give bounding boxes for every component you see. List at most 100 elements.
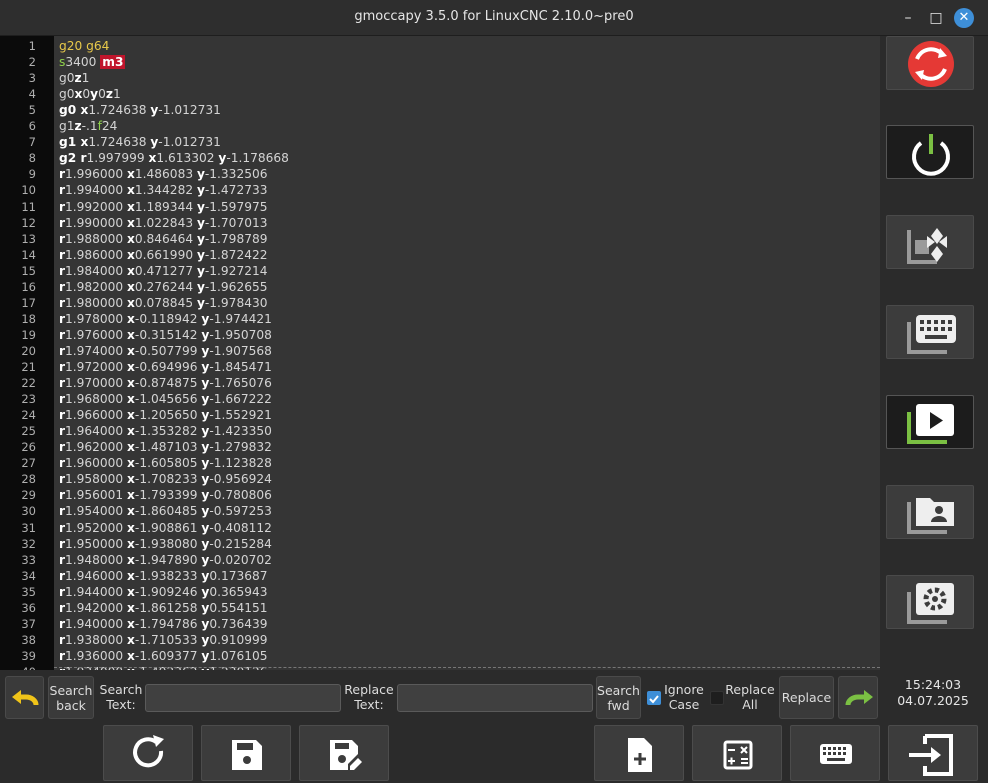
gcode-line[interactable]: 22 r1.970000 x-0.874875 y-1.765076: [0, 375, 880, 391]
gcode-line[interactable]: 17 r1.980000 x0.078845 y-1.978430: [0, 295, 880, 311]
gcode-line[interactable]: 27 r1.960000 x-1.605805 y-1.123828: [0, 455, 880, 471]
replace-button[interactable]: Replace: [779, 676, 834, 719]
gcode-token: 1.946000: [65, 568, 128, 583]
gcode-line[interactable]: 34 r1.946000 x-1.938233 y0.173687: [0, 568, 880, 584]
line-number: 40: [0, 664, 36, 670]
gcode-line[interactable]: 18 r1.978000 x-0.118942 y-1.974421: [0, 311, 880, 327]
gcode-line[interactable]: 12 r1.990000 x1.022843 y-1.707013: [0, 215, 880, 231]
gcode-line[interactable]: 23 r1.968000 x-1.045656 y-1.667222: [0, 391, 880, 407]
gcode-token: x: [127, 263, 135, 278]
gcode-token: 0.471277: [134, 263, 197, 278]
calculator-button[interactable]: [692, 725, 782, 781]
gcode-line[interactable]: 2 s3400 m3: [0, 54, 880, 70]
gcode-line[interactable]: 13 r1.988000 x0.846464 y-1.798789: [0, 231, 880, 247]
line-number: 29: [21, 488, 36, 503]
close-button[interactable]: ✕: [954, 8, 974, 28]
line-number: 26: [21, 440, 36, 455]
gcode-line[interactable]: 38 r1.938000 x-1.710533 y0.910999: [0, 632, 880, 648]
gcode-token: x: [127, 520, 135, 535]
exit-edit-button[interactable]: [888, 725, 978, 781]
gcode-line[interactable]: 24 r1.966000 x-1.205650 y-1.552921: [0, 407, 880, 423]
gcode-line[interactable]: 32 r1.950000 x-1.938080 y-0.215284: [0, 536, 880, 552]
redo-button[interactable]: [838, 676, 878, 719]
gcode-line[interactable]: 36 r1.942000 x-1.861258 y0.554151: [0, 600, 880, 616]
gcode-editor[interactable]: 1 g20 g64 2 s3400 m3 3 g0z1 4 g0x0y0z1 5 g0 x1.72…: [0, 36, 880, 670]
line-number: 3: [28, 71, 36, 86]
gcode-line[interactable]: 5 g0 x1.724638 y-1.012731: [0, 102, 880, 118]
gcode-token: -1.978430: [204, 295, 268, 310]
gcode-token: -1.962655: [204, 279, 268, 294]
gcode-line[interactable]: 20 r1.974000 x-0.507799 y-1.907568: [0, 343, 880, 359]
gcode-token: -1.178668: [226, 151, 289, 166]
gcode-line[interactable]: 8 g2 r1.997999 x1.613302 y-1.178668: [0, 150, 880, 166]
gcode-text: g0z1: [59, 70, 89, 86]
jog-icon: [907, 228, 947, 264]
gcode-token: 0: [98, 87, 106, 102]
replace-all-label-1: Replace: [725, 682, 775, 697]
maximize-button[interactable]: □: [926, 8, 946, 28]
gcode-line[interactable]: 33 r1.948000 x-1.947890 y-0.020702: [0, 552, 880, 568]
mdi-mode-button[interactable]: [886, 305, 974, 359]
search-forward-button[interactable]: Search fwd: [596, 676, 641, 719]
gcode-line[interactable]: 35 r1.944000 x-1.909246 y0.365943: [0, 584, 880, 600]
estop-button[interactable]: [886, 36, 974, 90]
gcode-line[interactable]: 26 r1.962000 x-1.487103 y-1.279832: [0, 439, 880, 455]
gcode-line[interactable]: 30 r1.954000 x-1.860485 y-0.597253: [0, 503, 880, 519]
new-file-button[interactable]: [594, 725, 684, 781]
gcode-token: x: [127, 183, 135, 198]
gcode-line[interactable]: 1 g20 g64: [0, 38, 880, 54]
manual-mode-button[interactable]: [886, 215, 974, 269]
gcode-line[interactable]: 25 r1.964000 x-1.353282 y-1.423350: [0, 423, 880, 439]
gcode-line[interactable]: 29 r1.956001 x-1.793399 y-0.780806: [0, 487, 880, 503]
gcode-line[interactable]: 37 r1.940000 x-1.794786 y0.736439: [0, 616, 880, 632]
gcode-token: -1.927214: [204, 263, 268, 278]
line-number: 20: [21, 343, 36, 358]
gcode-token: z: [74, 71, 82, 86]
gcode-line[interactable]: 11 r1.992000 x1.189344 y-1.597975: [0, 199, 880, 215]
save-button[interactable]: [201, 725, 291, 781]
gcode-line[interactable]: 14 r1.986000 x0.661990 y-1.872422: [0, 247, 880, 263]
gcode-line[interactable]: 39 r1.936000 x-1.609377 y1.076105: [0, 648, 880, 664]
gcode-token: x: [127, 568, 135, 583]
gcode-token: x: [127, 295, 135, 310]
gcode-line[interactable]: 4 g0x0y0z1: [0, 86, 880, 102]
line-number: 12: [21, 215, 36, 230]
gcode-line[interactable]: 28 r1.958000 x-1.708233 y-0.956924: [0, 471, 880, 487]
keyboard-button[interactable]: [790, 725, 880, 781]
machine-on-button[interactable]: [886, 125, 974, 179]
minimize-button[interactable]: –: [898, 8, 918, 28]
undo-button[interactable]: [5, 676, 44, 719]
gcode-line[interactable]: 19 r1.976000 x-0.315142 y-1.950708: [0, 327, 880, 343]
replace-input[interactable]: [397, 684, 593, 712]
gcode-line[interactable]: 16 r1.982000 x0.276244 y-1.962655: [0, 279, 880, 295]
save-as-button[interactable]: [299, 725, 389, 781]
gcode-text: r1.994000 x1.344282 y-1.472733: [59, 182, 267, 198]
gcode-token: x: [127, 279, 135, 294]
gcode-token: -1.609377: [134, 648, 202, 663]
gcode-line[interactable]: 6 g1z-.1f24: [0, 118, 880, 134]
gcode-line[interactable]: 3 g0z1: [0, 70, 880, 86]
gcode-line[interactable]: 7 g1 x1.724638 y-1.012731: [0, 134, 880, 150]
ignore-case-checkbox[interactable]: [647, 691, 661, 705]
gcode-token: -1.938233: [134, 568, 202, 583]
user-tabs-button[interactable]: [886, 485, 974, 539]
gcode-token: x: [127, 392, 135, 407]
reload-button[interactable]: [103, 725, 193, 781]
settings-button[interactable]: [886, 575, 974, 629]
ignore-case-label-1: Ignore: [664, 682, 704, 697]
search-input[interactable]: [145, 684, 341, 712]
gcode-line[interactable]: 31 r1.952000 x-1.908861 y-0.408112: [0, 520, 880, 536]
auto-mode-button[interactable]: [886, 395, 974, 449]
search-back-button[interactable]: Search back: [48, 676, 94, 719]
gcode-line[interactable]: 9 r1.996000 x1.486083 y-1.332506: [0, 166, 880, 182]
replace-all-label-2: All: [742, 697, 758, 712]
gcode-line[interactable]: 10 r1.994000 x1.344282 y-1.472733: [0, 182, 880, 198]
gcode-token: 1.996000: [65, 167, 128, 182]
gcode-token: -0.020702: [209, 552, 272, 567]
gcode-token: -1.861258: [134, 600, 202, 615]
gcode-line[interactable]: 21 r1.972000 x-0.694996 y-1.845471: [0, 359, 880, 375]
gcode-token: x: [127, 616, 135, 631]
gcode-token: -1.552921: [209, 408, 272, 423]
gcode-line[interactable]: 15 r1.984000 x0.471277 y-1.927214: [0, 263, 880, 279]
replace-all-checkbox[interactable]: [710, 691, 724, 705]
